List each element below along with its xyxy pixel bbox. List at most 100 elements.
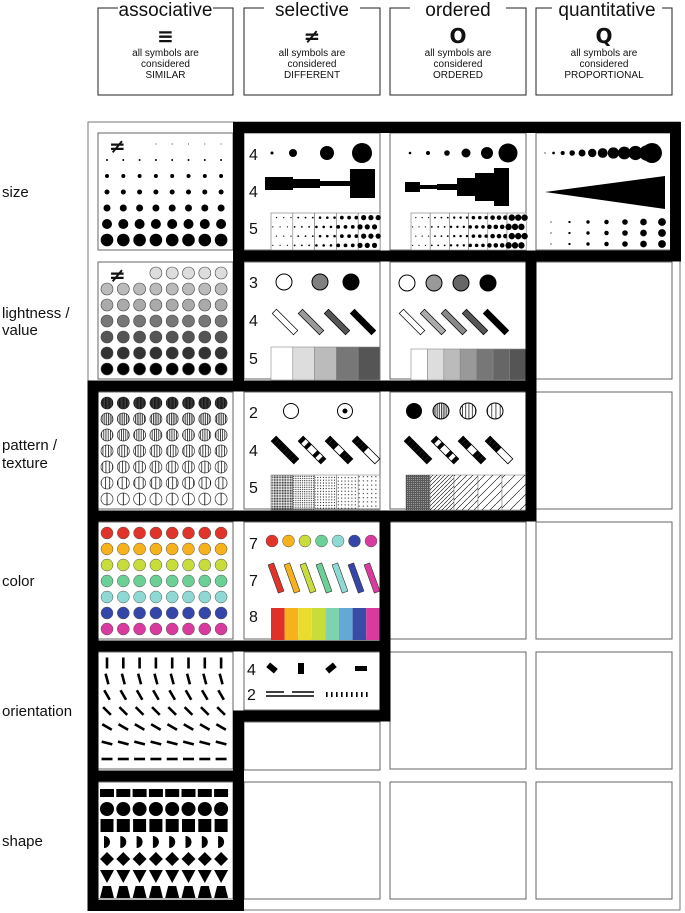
color-dot <box>133 622 146 636</box>
texture-dot <box>182 445 195 457</box>
texture-dot <box>322 225 325 229</box>
size-dot <box>199 219 210 229</box>
row-label-shape: shape <box>2 833 43 850</box>
texture-dot <box>326 216 329 219</box>
texture-box <box>314 474 337 511</box>
value-dot <box>182 298 195 312</box>
size-dot <box>149 233 163 247</box>
texture-dot <box>361 215 367 221</box>
texture-dot <box>343 224 348 229</box>
orientation-dash <box>170 657 174 669</box>
texture-dot <box>283 235 285 237</box>
texture-dot <box>101 397 113 409</box>
texture-dot <box>465 234 469 238</box>
size-circle <box>588 148 597 158</box>
column-title: selective <box>275 0 349 21</box>
value-dot <box>198 282 212 296</box>
texture-dot <box>481 243 485 248</box>
value-dot <box>149 314 163 328</box>
texture-dot <box>505 223 512 231</box>
size-dot <box>568 220 571 224</box>
size-dot <box>187 159 190 161</box>
shape-rect <box>100 789 114 797</box>
grid-cell <box>389 781 527 900</box>
texture-dot <box>101 413 113 425</box>
texture-dot <box>101 429 113 441</box>
not-equal-icon: ≠ <box>109 263 126 287</box>
texture-dot <box>300 244 303 247</box>
value-dot <box>100 346 114 360</box>
orientation-tick <box>346 692 348 697</box>
shape-circle <box>181 802 196 816</box>
orientation-mark <box>298 663 304 674</box>
value-step <box>336 346 359 381</box>
texture-dot <box>293 225 296 228</box>
texture-dot <box>518 242 525 249</box>
texture-dot <box>430 244 433 247</box>
texture-dot <box>198 397 211 409</box>
texture-dot <box>446 216 449 219</box>
color-dot <box>149 622 163 636</box>
shape-square <box>214 819 228 832</box>
texture-dot <box>434 216 436 219</box>
column-title: quantitative <box>558 0 655 21</box>
texture-dot <box>117 429 130 441</box>
color-dot <box>149 526 163 540</box>
orientation-dash <box>154 657 158 669</box>
size-dot <box>658 218 666 226</box>
texture-dot <box>166 429 179 441</box>
color-dot <box>149 558 163 572</box>
size-dot <box>100 233 114 247</box>
texture-dot <box>465 216 469 219</box>
texture-dot <box>434 235 436 238</box>
column-description: all symbols are <box>132 48 199 59</box>
color-circle <box>331 534 345 548</box>
size-dot <box>640 218 647 226</box>
texture-dot <box>350 224 355 229</box>
size-dot <box>168 204 176 212</box>
texture-dot <box>508 232 515 240</box>
value-dot <box>198 298 212 312</box>
texture-dot <box>318 234 322 238</box>
value-circle <box>398 274 416 292</box>
shape-square <box>116 819 130 832</box>
texture-dot <box>368 233 374 239</box>
texture-dot <box>449 244 453 247</box>
size-dot <box>202 189 208 195</box>
color-dot <box>165 558 179 572</box>
texture-box <box>292 212 315 251</box>
value-dot <box>165 314 179 328</box>
texture-dot <box>149 413 162 425</box>
color-dot <box>165 590 179 604</box>
texture-dot <box>166 477 179 489</box>
texture-dot <box>315 225 318 229</box>
value-dot <box>100 330 114 344</box>
texture-dot <box>487 224 492 230</box>
texture-dot <box>462 244 465 247</box>
shape-circle <box>116 802 131 816</box>
size-dot <box>550 243 552 245</box>
count-label: 4 <box>249 184 258 201</box>
color-dot <box>214 606 228 620</box>
texture-box <box>314 212 337 251</box>
color-dot <box>117 606 130 620</box>
texture-dot <box>315 244 318 247</box>
value-dot <box>182 266 195 280</box>
texture-dot <box>496 233 502 239</box>
column-description: DIFFERENT <box>284 70 340 81</box>
value-circle <box>275 273 293 291</box>
texture-dot <box>275 217 278 219</box>
texture-dot <box>421 235 423 237</box>
color-dot <box>182 622 195 636</box>
texture-dot <box>515 232 522 240</box>
texture-dot <box>421 217 423 219</box>
size-dot <box>169 189 175 195</box>
orientation-tick <box>356 692 358 697</box>
color-dot <box>165 526 179 540</box>
color-dot <box>214 622 228 636</box>
texture-dot <box>133 397 146 409</box>
texture-dot <box>437 244 440 247</box>
grid-cell <box>389 521 527 640</box>
texture-dot <box>198 461 211 473</box>
size-dot <box>134 219 145 229</box>
